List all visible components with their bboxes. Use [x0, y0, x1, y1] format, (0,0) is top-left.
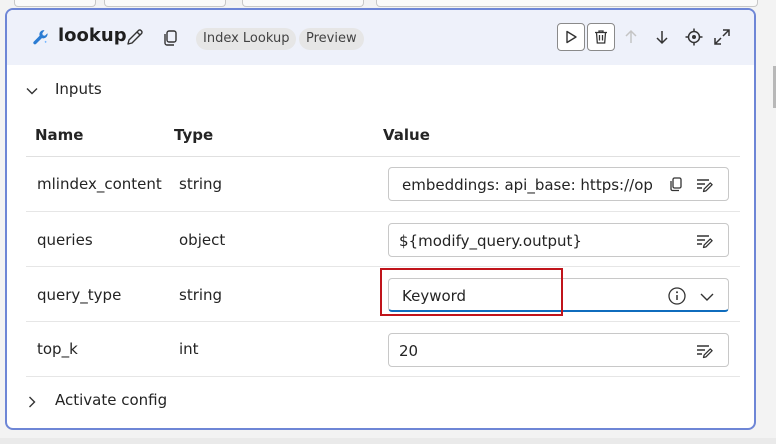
- input-type-mlindex-content: string: [179, 175, 223, 193]
- input-type-queries: object: [179, 231, 226, 249]
- annotation-highlight-box: [380, 268, 563, 316]
- background-tab-3: [242, 0, 364, 7]
- input-name-query-type: query_type: [37, 286, 122, 304]
- top-k-value: 20: [399, 342, 419, 360]
- copy-icon[interactable]: [163, 29, 179, 47]
- queries-field[interactable]: ${modify_query.output}: [388, 223, 729, 257]
- node-header: lookup Index Lookup Preview: [7, 10, 754, 65]
- info-icon[interactable]: [667, 286, 687, 306]
- pencil-icon[interactable]: [125, 27, 145, 47]
- background-tab-4: [376, 0, 758, 7]
- background-tab-2: [104, 0, 226, 7]
- input-name-top-k: top_k: [37, 340, 78, 358]
- queries-value: ${modify_query.output}: [399, 232, 582, 250]
- column-header-value: Value: [383, 126, 430, 144]
- delete-icon: [595, 30, 607, 44]
- text-edit-icon[interactable]: [695, 176, 715, 194]
- canvas-bottom-edge: [0, 438, 776, 444]
- copy-icon[interactable]: [667, 176, 687, 194]
- input-name-queries: queries: [37, 231, 93, 249]
- arrow-down-icon[interactable]: [652, 27, 672, 47]
- header-divider: [26, 156, 740, 157]
- text-edit-icon[interactable]: [695, 232, 715, 250]
- column-header-type: Type: [174, 126, 214, 144]
- input-type-query-type: string: [179, 286, 223, 304]
- run-icon: [566, 30, 577, 44]
- row-divider: [26, 376, 740, 377]
- tag-preview: Preview: [299, 28, 364, 50]
- node-title: lookup: [58, 25, 127, 46]
- chevron-right-icon: [29, 396, 36, 408]
- row-divider: [26, 211, 740, 212]
- activate-config-label: Activate config: [55, 391, 168, 409]
- run-button[interactable]: [557, 23, 585, 51]
- background-tab-1: [14, 0, 96, 7]
- locate-icon[interactable]: [684, 27, 704, 47]
- row-divider: [26, 321, 740, 322]
- row-divider: [26, 266, 740, 267]
- chevron-down-icon: [26, 88, 38, 95]
- text-edit-icon[interactable]: [695, 342, 715, 360]
- mlindex-content-value: embeddings: api_base: https://oper: [402, 176, 652, 194]
- wrench-icon: [33, 30, 48, 45]
- expand-icon[interactable]: [712, 27, 732, 47]
- tag-index-lookup: Index Lookup: [196, 28, 297, 50]
- column-header-name: Name: [35, 126, 84, 144]
- top-k-field[interactable]: 20: [388, 333, 729, 367]
- delete-button[interactable]: [587, 23, 615, 51]
- input-type-top-k: int: [179, 340, 199, 358]
- mlindex-content-field[interactable]: embeddings: api_base: https://oper: [388, 167, 729, 201]
- input-name-mlindex-content: mlindex_content: [37, 175, 162, 193]
- chevron-down-icon[interactable]: [697, 288, 717, 306]
- lookup-node-card: lookup Index Lookup Preview Inputs Name …: [5, 8, 756, 430]
- inputs-label: Inputs: [55, 80, 102, 98]
- arrow-up-icon[interactable]: [621, 27, 641, 47]
